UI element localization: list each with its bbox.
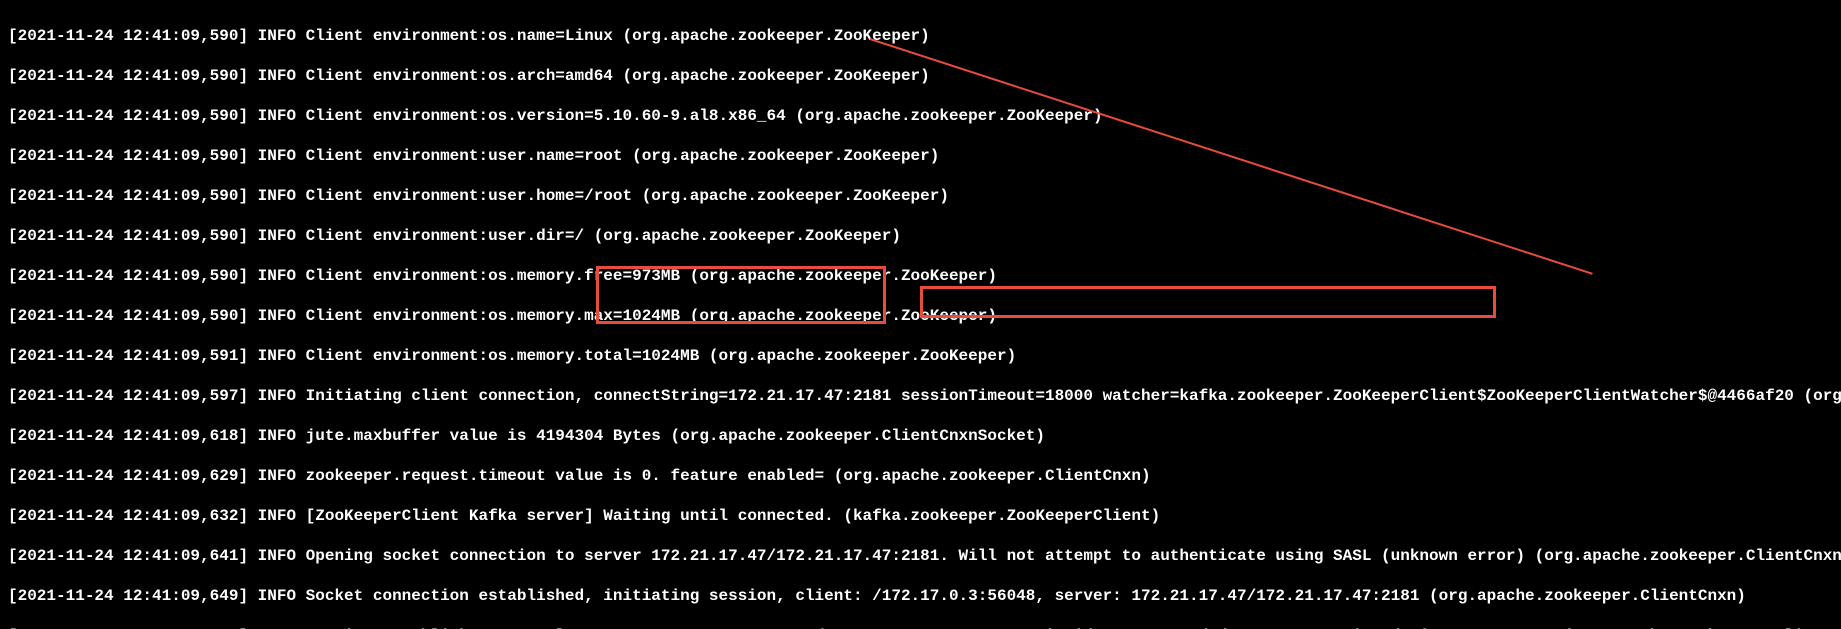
terminal-output[interactable]: [2021-11-24 12:41:09,590] INFO Client en… bbox=[0, 0, 1841, 629]
log-line: [2021-11-24 12:41:09,618] INFO jute.maxb… bbox=[8, 426, 1833, 446]
log-line: [2021-11-24 12:41:09,649] INFO Socket co… bbox=[8, 586, 1833, 606]
log-line: [2021-11-24 12:41:09,590] INFO Client en… bbox=[8, 186, 1833, 206]
log-line: [2021-11-24 12:41:09,590] INFO Client en… bbox=[8, 106, 1833, 126]
log-line: [2021-11-24 12:41:09,641] INFO Opening s… bbox=[8, 546, 1833, 566]
log-line: [2021-11-24 12:41:09,590] INFO Client en… bbox=[8, 266, 1833, 286]
log-line: [2021-11-24 12:41:09,597] INFO Initiatin… bbox=[8, 386, 1833, 406]
log-line: [2021-11-24 12:41:09,590] INFO Client en… bbox=[8, 146, 1833, 166]
log-line: [2021-11-24 12:41:09,629] INFO zookeeper… bbox=[8, 466, 1833, 486]
log-line: [2021-11-24 12:41:09,590] INFO Client en… bbox=[8, 66, 1833, 86]
log-line: [2021-11-24 12:41:09,632] INFO [ZooKeepe… bbox=[8, 506, 1833, 526]
log-line: [2021-11-24 12:41:09,591] INFO Client en… bbox=[8, 346, 1833, 366]
log-line: [2021-11-24 12:41:09,590] INFO Client en… bbox=[8, 26, 1833, 46]
log-line: [2021-11-24 12:41:09,590] INFO Client en… bbox=[8, 306, 1833, 326]
log-line: [2021-11-24 12:41:09,590] INFO Client en… bbox=[8, 226, 1833, 246]
